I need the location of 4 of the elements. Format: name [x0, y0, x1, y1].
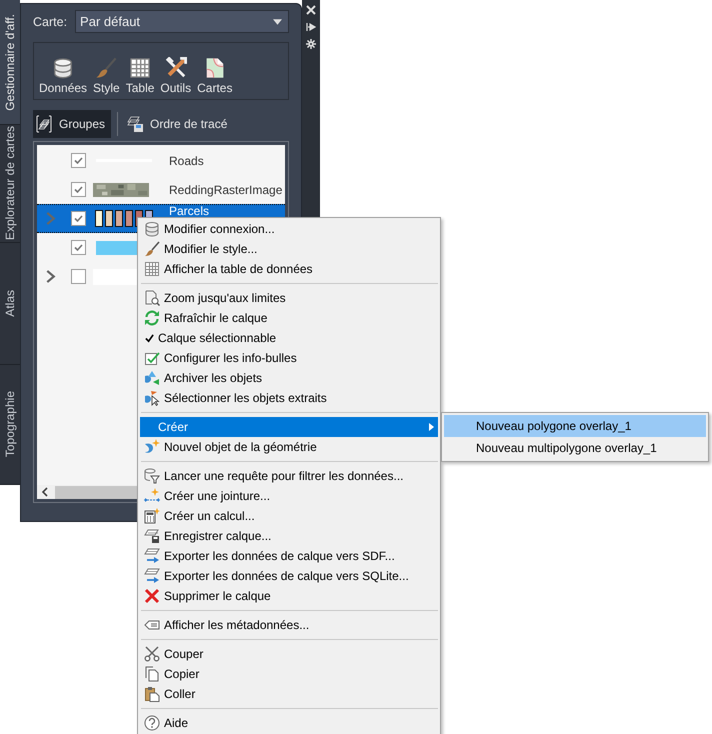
layer-name: Roads: [169, 154, 204, 168]
layer-name: Parcels: [169, 205, 210, 218]
layer-name: ReddingRasterImage: [169, 182, 282, 196]
map-label: Carte:: [33, 14, 68, 28]
